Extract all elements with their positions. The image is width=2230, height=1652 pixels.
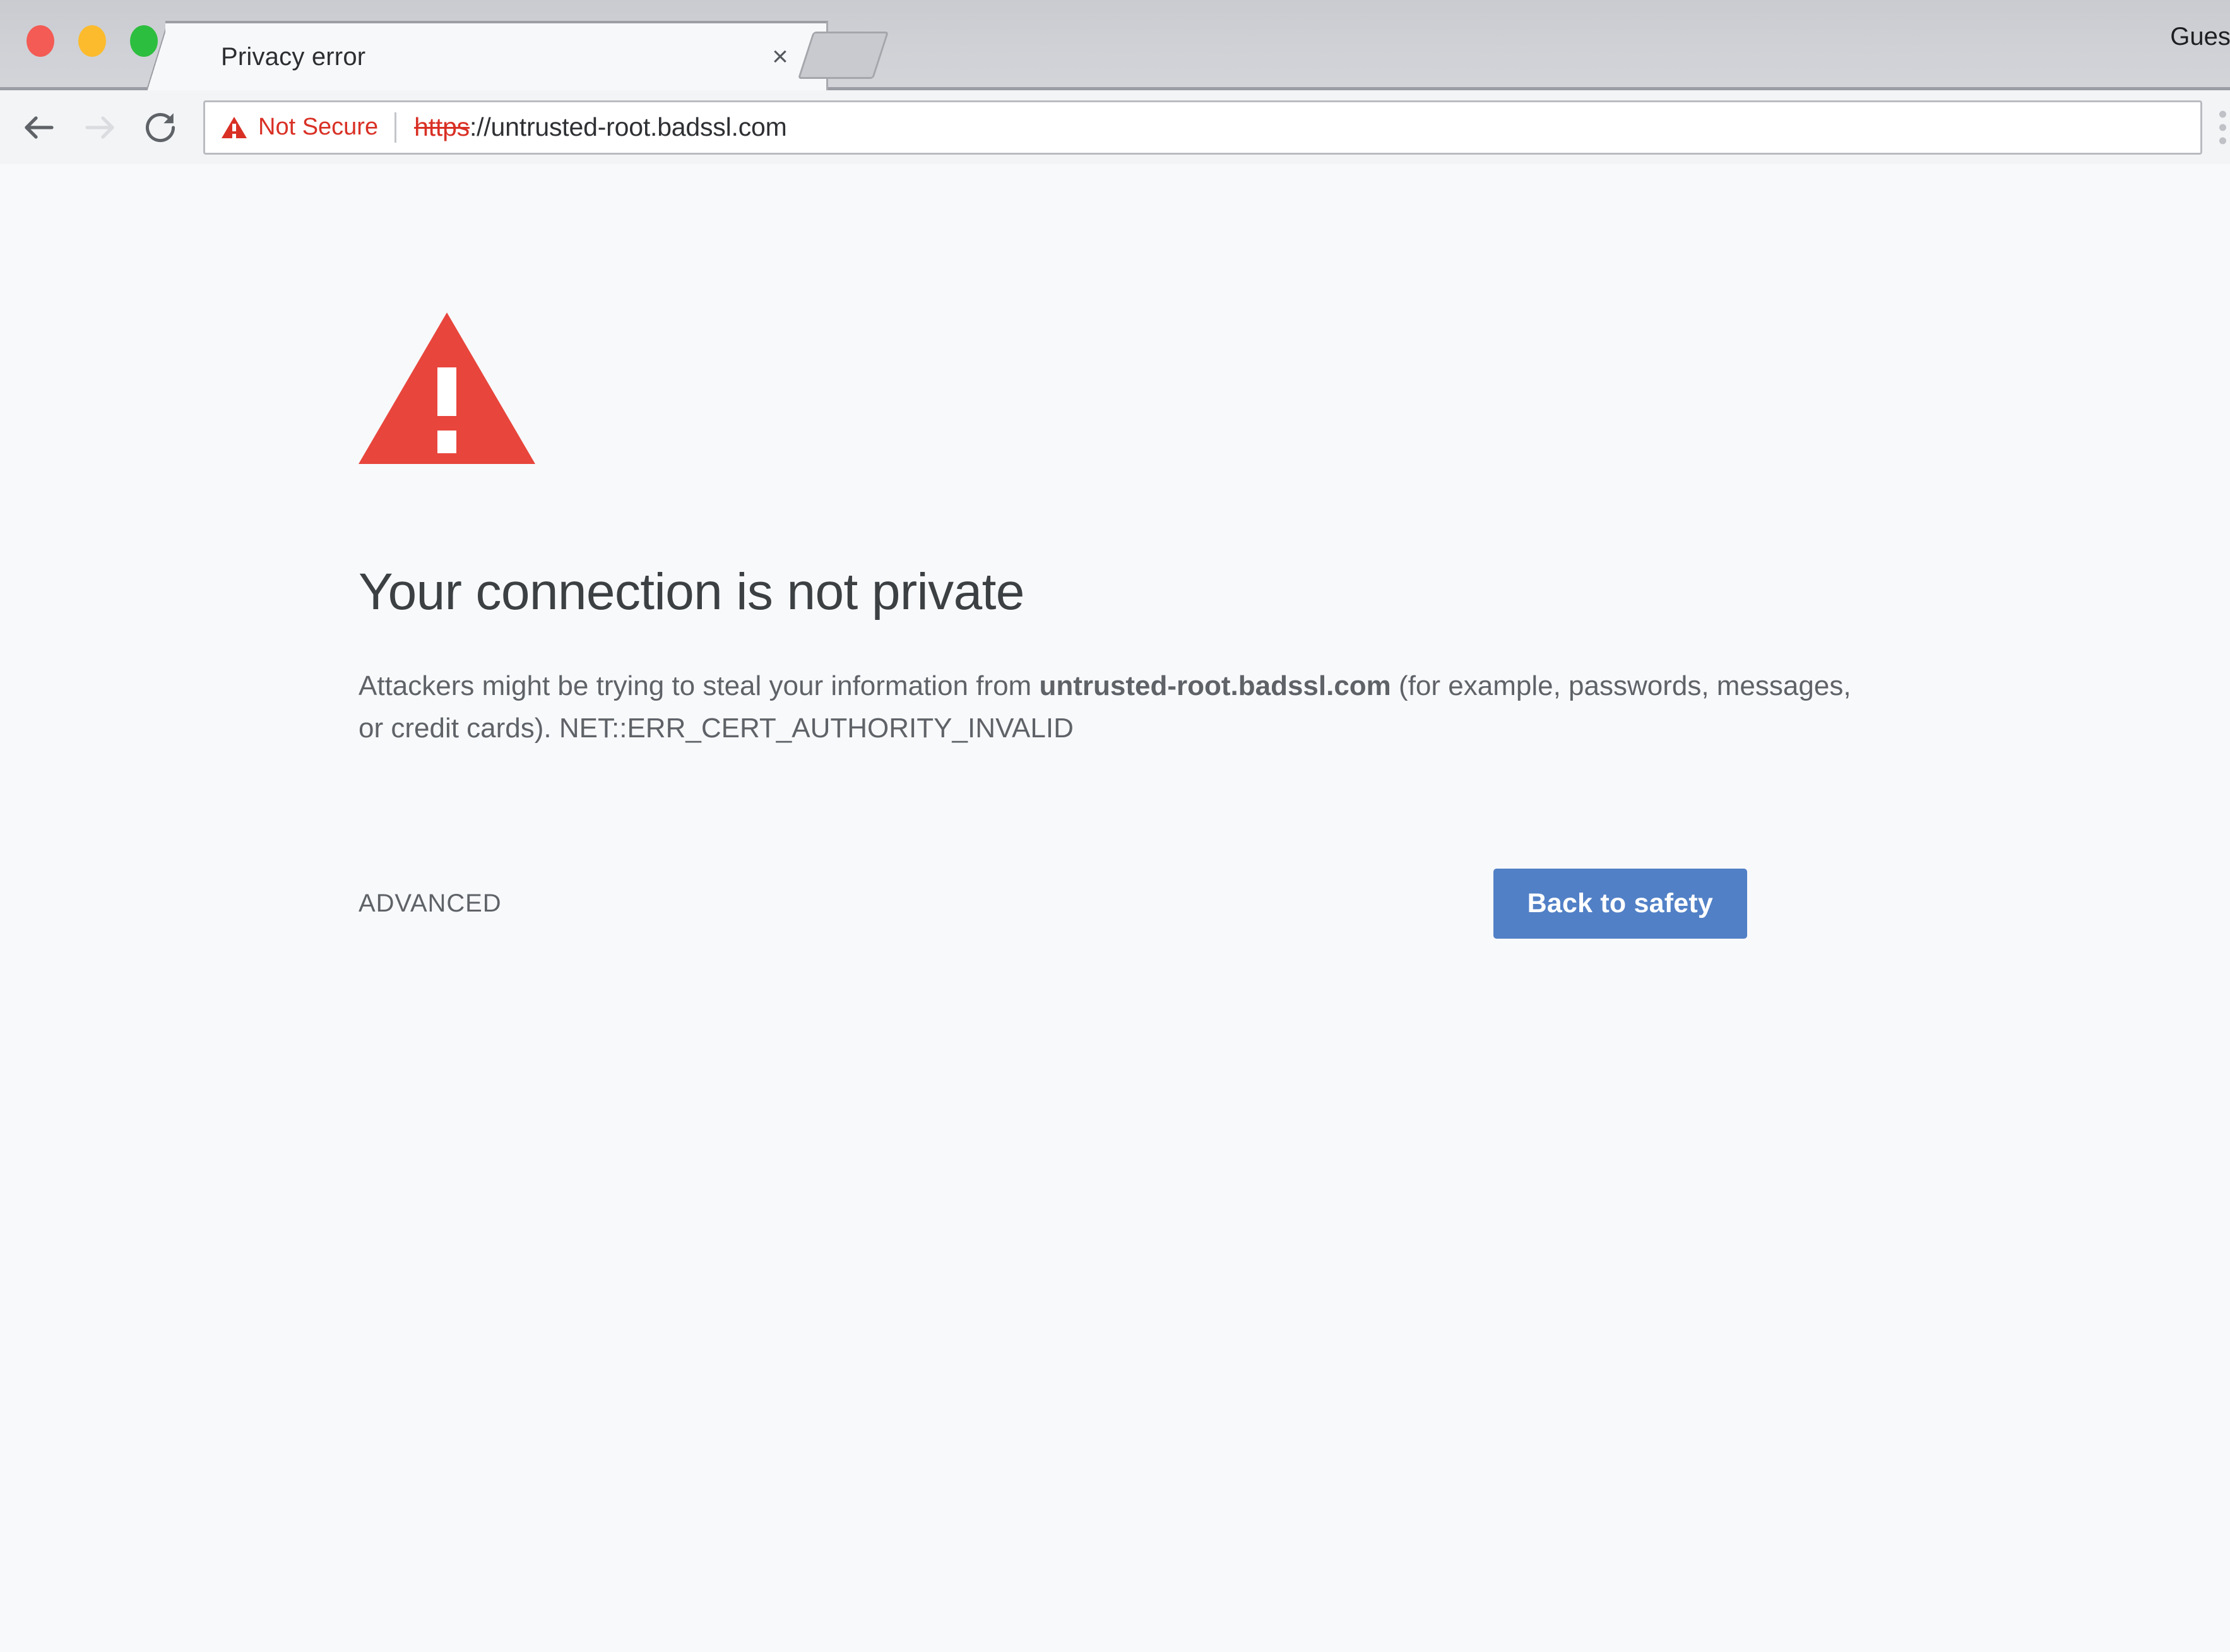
- forward-arrow-icon: [81, 109, 119, 146]
- tab-strip: Privacy error × Guest: [0, 0, 2230, 90]
- warning-triangle-icon: [359, 312, 535, 464]
- address-bar[interactable]: Not Secure https://untrusted-root.badssl…: [203, 100, 2202, 155]
- url-text[interactable]: https://untrusted-root.badssl.com: [396, 112, 786, 142]
- interstitial-body: Attackers might be trying to steal your …: [359, 665, 1873, 750]
- back-to-safety-button[interactable]: Back to safety: [1493, 868, 1747, 939]
- reload-button[interactable]: [136, 104, 184, 152]
- new-tab-button[interactable]: [797, 32, 889, 79]
- interstitial-actions: ADVANCED Back to safety: [359, 868, 1747, 939]
- exclamation-bar: [437, 367, 456, 416]
- tab-title: Privacy error: [221, 42, 366, 71]
- three-dot-menu-icon[interactable]: [2219, 110, 2226, 144]
- page-title: Your connection is not private: [359, 563, 1024, 621]
- close-icon[interactable]: ×: [767, 43, 793, 71]
- warning-triangle-icon: [222, 116, 247, 138]
- menu-dot: [2219, 124, 2226, 131]
- forward-button[interactable]: [76, 104, 124, 152]
- menu-dot: [2219, 137, 2226, 144]
- body-domain: untrusted-root.badssl.com: [1039, 670, 1391, 701]
- minimize-window-button[interactable]: [78, 25, 106, 57]
- menu-dot: [2219, 110, 2226, 117]
- reload-icon: [142, 109, 179, 146]
- url-host-path: ://untrusted-root.badssl.com: [469, 112, 787, 141]
- browser-toolbar: Not Secure https://untrusted-root.badssl…: [0, 90, 2230, 164]
- page-viewport: Your connection is not private Attackers…: [0, 164, 2230, 1649]
- security-status-chip[interactable]: Not Secure: [222, 114, 394, 141]
- url-scheme: https: [414, 112, 470, 141]
- window-traffic-lights: [27, 25, 158, 57]
- profile-label[interactable]: Guest: [2170, 23, 2230, 51]
- browser-tab-privacy-error[interactable]: Privacy error ×: [165, 21, 828, 90]
- back-button[interactable]: [15, 104, 63, 152]
- close-window-button[interactable]: [27, 25, 54, 57]
- back-arrow-icon: [20, 109, 58, 146]
- exclamation-dot: [437, 431, 456, 453]
- advanced-button[interactable]: ADVANCED: [359, 889, 502, 918]
- error-code: NET::ERR_CERT_AUTHORITY_INVALID: [559, 712, 1074, 744]
- security-status-label: Not Secure: [258, 114, 379, 140]
- ssl-interstitial: Your connection is not private Attackers…: [359, 164, 1886, 939]
- body-prefix: Attackers might be trying to steal your …: [359, 670, 1040, 701]
